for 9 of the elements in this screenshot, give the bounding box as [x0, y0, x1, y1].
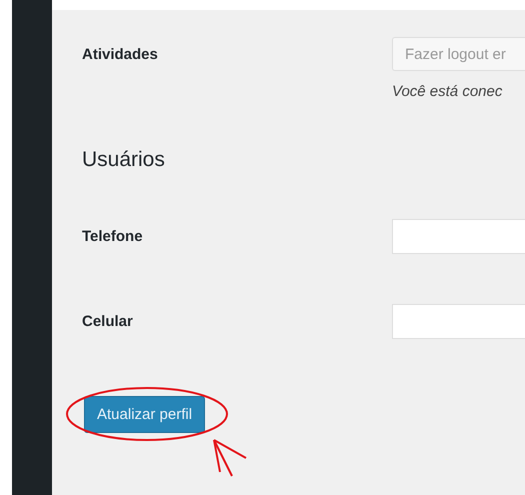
- section-heading: Usuários: [82, 148, 166, 172]
- session-note: Você está conec: [392, 83, 504, 100]
- logout-button[interactable]: Fazer logout er: [392, 37, 525, 71]
- field-label: Atividades: [82, 45, 159, 63]
- field-label: Telefone: [82, 228, 144, 245]
- update-profile-button[interactable]: Atualizar perfil: [84, 396, 206, 433]
- input-field[interactable]: [392, 304, 525, 339]
- field-label: Celular: [82, 313, 134, 330]
- input-field[interactable]: [392, 219, 525, 254]
